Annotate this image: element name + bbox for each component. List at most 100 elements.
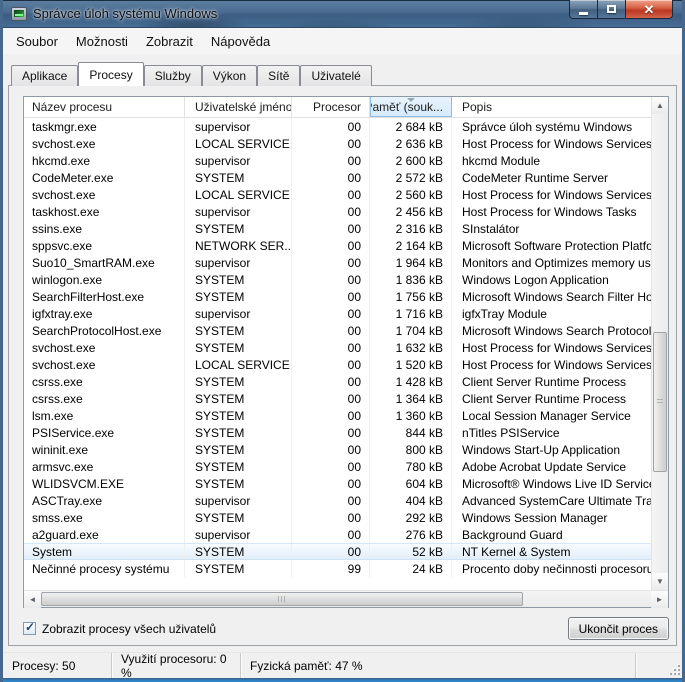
vertical-scrollbar[interactable]: ▲ ▼: [651, 97, 668, 590]
menubar: Soubor Možnosti Zobrazit Nápověda: [3, 28, 682, 55]
menu-item-moznosti[interactable]: Možnosti: [67, 31, 137, 52]
cell-user: SYSTEM: [185, 509, 292, 526]
horizontal-scroll-track[interactable]: [41, 591, 651, 607]
cell-cpu: 00: [292, 288, 370, 305]
cell-user: SYSTEM: [185, 339, 292, 356]
cell-mem: 24 kB: [370, 560, 452, 577]
scroll-left-button[interactable]: ◄: [24, 591, 41, 608]
status-processes: Procesy: 50: [3, 653, 112, 678]
table-row[interactable]: ssins.exe SYSTEM 00 2 316 kB SInstalátor: [24, 220, 651, 237]
table-row[interactable]: svchost.exe SYSTEM 00 1 632 kB Host Process …: [24, 339, 651, 356]
titlebar[interactable]: Správce úloh systému Windows ✕: [3, 0, 682, 28]
table-row[interactable]: Suo10_SmartRAM.exe supervisor 00 1 964 kB Mo…: [24, 254, 651, 271]
cell-cpu: 00: [292, 475, 370, 492]
table-row[interactable]: a2guard.exe supervisor 00 276 kB Background …: [24, 526, 651, 543]
tab-sluzby[interactable]: Služby: [143, 65, 202, 86]
cell-cpu: 00: [292, 526, 370, 543]
horizontal-scrollbar[interactable]: ◄ ►: [24, 590, 668, 608]
processes-tab-page: Název procesu Uživatelské jméno Procesor Pa…: [8, 85, 677, 646]
cell-mem: 52 kB: [370, 544, 452, 559]
table-row[interactable]: igfxtray.exe supervisor 00 1 716 kB igfxTray…: [24, 305, 651, 322]
scroll-down-button[interactable]: ▼: [652, 573, 668, 590]
thumb-grip-icon: [657, 399, 663, 405]
table-row[interactable]: armsvc.exe SYSTEM 00 780 kB Adobe Acrobat Up…: [24, 458, 651, 475]
tab-vykon[interactable]: Výkon: [201, 65, 258, 86]
tab-site[interactable]: Sítě: [257, 65, 301, 86]
cell-desc: igfxTray Module: [462, 306, 547, 321]
column-header-mem[interactable]: Paměť (souk...: [370, 97, 452, 117]
table-row[interactable]: svchost.exe LOCAL SERVICE 00 2 636 kB Host P…: [24, 135, 651, 152]
show-all-users-option[interactable]: ✓ Zobrazit procesy všech uživatelů: [23, 620, 217, 636]
cell-cpu: 00: [292, 271, 370, 288]
menu-item-napoveda[interactable]: Nápověda: [202, 31, 279, 52]
cell-mem: 1 836 kB: [370, 271, 452, 288]
table-row[interactable]: svchost.exe LOCAL SERVICE 00 1 520 kB Host P…: [24, 356, 651, 373]
cell-cpu: 00: [292, 424, 370, 441]
cell-user: SYSTEM: [185, 560, 292, 577]
table-row[interactable]: System SYSTEM 00 52 kB NT Kernel & System: [24, 543, 651, 560]
column-header-user[interactable]: Uživatelské jméno: [185, 97, 292, 117]
cell-desc: Microsoft® Windows Live ID Service Mo: [462, 476, 651, 491]
table-row[interactable]: SearchProtocolHost.exe SYSTEM 00 1 704 kB Mi…: [24, 322, 651, 339]
cell-mem: 1 964 kB: [370, 254, 452, 271]
cell-cpu: 00: [292, 509, 370, 526]
cell-name: taskmgr.exe: [24, 118, 185, 135]
cell-desc: Microsoft Software Protection Platform: [462, 238, 651, 253]
cell-mem: 844 kB: [370, 424, 452, 441]
table-row[interactable]: CodeMeter.exe SYSTEM 00 2 572 kB CodeMeter R…: [24, 169, 651, 186]
table-row[interactable]: taskmgr.exe supervisor 00 2 684 kB Správce ú…: [24, 118, 651, 135]
cell-user: SYSTEM: [185, 169, 292, 186]
close-button[interactable]: ✕: [626, 0, 673, 19]
cell-cpu: 00: [292, 544, 370, 559]
cell-name: csrss.exe: [24, 390, 185, 407]
end-process-button[interactable]: Ukončit proces: [567, 617, 669, 640]
column-header-desc[interactable]: Popis: [452, 97, 651, 117]
cell-mem: 1 716 kB: [370, 305, 452, 322]
table-row[interactable]: lsm.exe SYSTEM 00 1 360 kB Local Session Man…: [24, 407, 651, 424]
table-row[interactable]: WLIDSVCM.EXE SYSTEM 00 604 kB Microsoft® Win…: [24, 475, 651, 492]
menu-item-soubor[interactable]: Soubor: [7, 31, 67, 52]
minimize-button[interactable]: [569, 0, 598, 19]
cell-desc: Host Process for Windows Services: [462, 187, 651, 202]
table-row[interactable]: wininit.exe SYSTEM 00 800 kB Windows Start-U…: [24, 441, 651, 458]
cell-user: supervisor: [185, 118, 292, 135]
maximize-button[interactable]: [598, 0, 626, 19]
cell-user: SYSTEM: [185, 220, 292, 237]
vertical-scroll-thumb[interactable]: [653, 332, 667, 472]
cell-desc: Client Server Runtime Process: [462, 391, 627, 406]
show-all-users-label: Zobrazit procesy všech uživatelů: [42, 621, 217, 636]
table-row[interactable]: smss.exe SYSTEM 00 292 kB Windows Session Ma…: [24, 509, 651, 526]
tab-uzivatele[interactable]: Uživatelé: [300, 65, 372, 86]
cell-cpu: 00: [292, 492, 370, 509]
tab-procesy[interactable]: Procesy: [78, 62, 144, 86]
resize-grip-icon[interactable]: [668, 663, 680, 675]
table-row[interactable]: Nečinné procesy systému SYSTEM 99 24 kB Proc…: [24, 560, 651, 577]
column-header-name[interactable]: Název procesu: [24, 97, 185, 117]
table-row[interactable]: SearchFilterHost.exe SYSTEM 00 1 756 kB Micr…: [24, 288, 651, 305]
table-row[interactable]: csrss.exe SYSTEM 00 1 428 kB Client Server R…: [24, 373, 651, 390]
cell-name: SearchFilterHost.exe: [24, 288, 185, 305]
cell-desc: Windows Logon Application: [462, 272, 609, 287]
footer-row: ✓ Zobrazit procesy všech uživatelů Ukonč…: [23, 616, 669, 641]
scroll-right-button[interactable]: ►: [651, 591, 668, 608]
cell-cpu: 00: [292, 237, 370, 254]
tab-aplikace[interactable]: Aplikace: [11, 65, 79, 86]
table-row[interactable]: hkcmd.exe supervisor 00 2 600 kB hkcmd Modul…: [24, 152, 651, 169]
cell-user: NETWORK SER...: [185, 237, 292, 254]
table-row[interactable]: winlogon.exe SYSTEM 00 1 836 kB Windows Logo…: [24, 271, 651, 288]
horizontal-scroll-thumb[interactable]: [41, 592, 523, 606]
show-all-users-checkbox[interactable]: ✓: [23, 620, 36, 635]
cell-desc: hkcmd Module: [462, 153, 541, 168]
column-header-cpu[interactable]: Procesor: [292, 97, 370, 117]
vertical-scroll-track[interactable]: [652, 114, 668, 573]
scroll-down-icon: ▼: [656, 577, 664, 586]
cell-user: SYSTEM: [185, 322, 292, 339]
table-row[interactable]: ASCTray.exe supervisor 00 404 kB Advanced Sy…: [24, 492, 651, 509]
scroll-up-button[interactable]: ▲: [652, 97, 668, 114]
table-row[interactable]: PSIService.exe SYSTEM 00 844 kB nTitles PSIS…: [24, 424, 651, 441]
menu-item-zobrazit[interactable]: Zobrazit: [137, 31, 202, 52]
table-row[interactable]: csrss.exe SYSTEM 00 1 364 kB Client Server R…: [24, 390, 651, 407]
table-row[interactable]: svchost.exe LOCAL SERVICE 00 2 560 kB Host P…: [24, 186, 651, 203]
table-row[interactable]: sppsvc.exe NETWORK SER... 00 2 164 kB Micros…: [24, 237, 651, 254]
table-row[interactable]: taskhost.exe supervisor 00 2 456 kB Host Pro…: [24, 203, 651, 220]
